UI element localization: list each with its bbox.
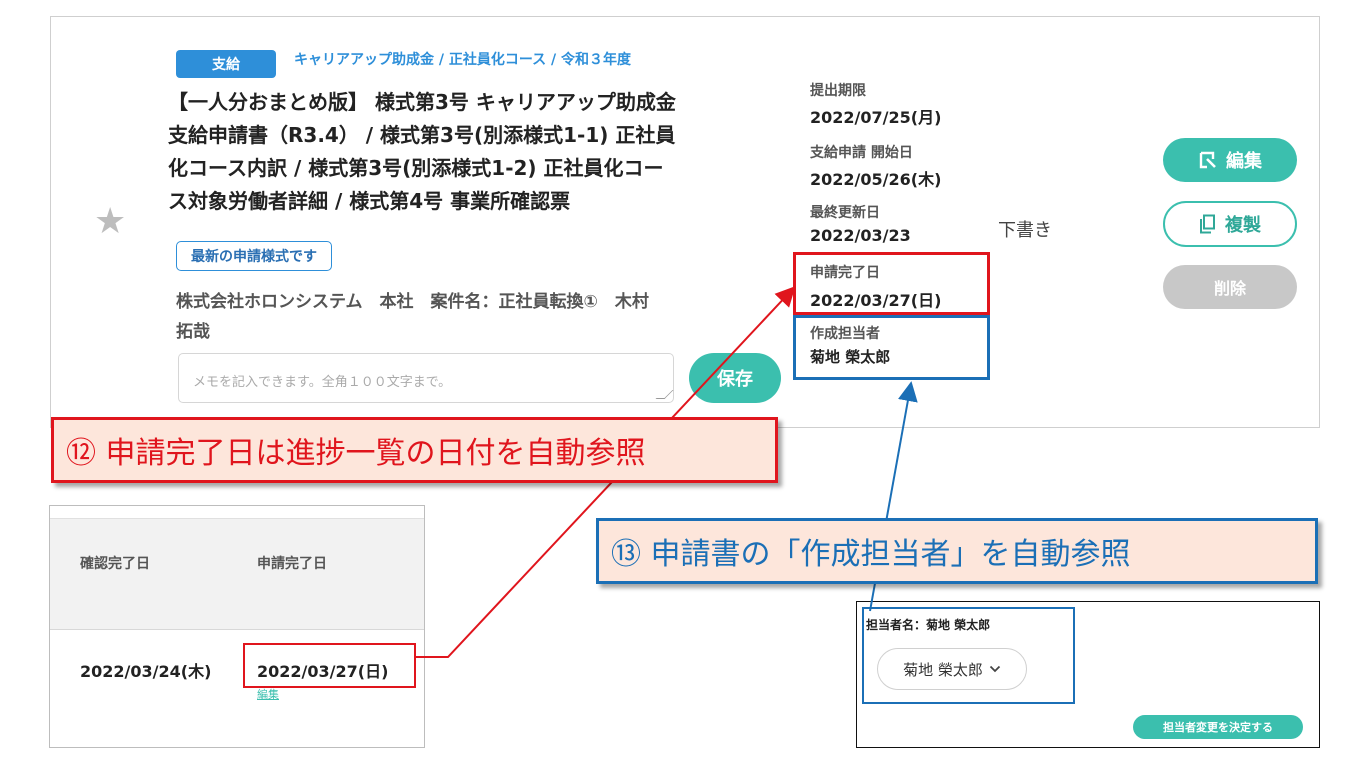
copy-icon — [1200, 214, 1215, 234]
breadcrumb[interactable]: キャリアアップ助成金 / 正社員化コース / 令和３年度 — [294, 49, 631, 69]
column-header-confirmed: 確認完了日 — [80, 556, 150, 572]
confirmed-date-cell: 2022/03/24(木) — [80, 662, 212, 681]
assignee-panel: 担当者名：菊地 榮太郎 菊地 榮太郎 担当者変更を決定する — [856, 601, 1320, 748]
memo-placeholder: メモを記入できます。全角１００文字まで。 — [193, 375, 452, 390]
edit-link[interactable]: 編集 — [257, 686, 279, 702]
type-badge: 支給 — [176, 50, 276, 78]
completed-cell-highlight — [243, 643, 416, 688]
status-label: 下書き — [998, 220, 1052, 241]
assignee-highlight — [862, 607, 1075, 704]
creator-highlight — [793, 315, 990, 380]
save-button[interactable]: 保存 — [689, 353, 781, 403]
star-icon[interactable]: ★ — [94, 204, 126, 240]
edit-button[interactable]: 編集 — [1163, 138, 1297, 182]
column-header-completed: 申請完了日 — [257, 556, 327, 572]
updated-label: 最終更新日 — [810, 205, 880, 221]
latest-form-badge: 最新の申請様式です — [176, 241, 332, 271]
deadline-value: 2022/07/25(月) — [810, 108, 942, 127]
company-project-line: 株式会社ホロンシステム 本社 案件名：正社員転換① 木村 拓哉 — [176, 292, 649, 342]
copy-button-label: 複製 — [1225, 215, 1261, 236]
progress-list-panel: 確認完了日 申請完了日 2022/03/24(木) 2022/03/27(日) … — [49, 505, 425, 748]
confirm-assignee-button[interactable]: 担当者変更を決定する — [1133, 715, 1303, 739]
start-date-value: 2022/05/26(木) — [810, 170, 942, 189]
edit-button-label: 編集 — [1226, 151, 1262, 172]
delete-button[interactable]: 削除 — [1163, 265, 1297, 309]
resize-grip-icon[interactable] — [655, 390, 674, 399]
start-date-label: 支給申請 開始日 — [810, 145, 913, 161]
callout-completed-date: ⑫ 申請完了日は進捗一覧の日付を自動参照 — [51, 417, 778, 483]
completed-date-highlight — [793, 252, 990, 315]
table-header — [50, 518, 424, 630]
memo-input[interactable]: メモを記入できます。全角１００文字まで。 — [178, 353, 674, 403]
document-title[interactable]: 【一人分おまとめ版】 様式第3号 キャリアアップ助成金 支給申請書（R3.4） … — [168, 86, 783, 218]
callout-creator: ⑬ 申請書の「作成担当者」を自動参照 — [596, 518, 1318, 584]
copy-button[interactable]: 複製 — [1163, 201, 1297, 247]
updated-value: 2022/03/23 — [810, 226, 911, 245]
edit-icon — [1199, 151, 1216, 169]
deadline-label: 提出期限 — [810, 83, 866, 99]
